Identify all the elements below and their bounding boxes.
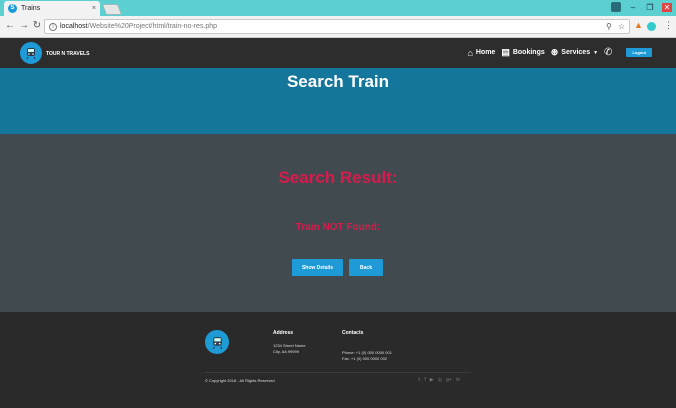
page-title: Search Train bbox=[286, 72, 390, 91]
search-result-section: Search Result: Train NOT Found: Show Det… bbox=[0, 134, 676, 312]
phone-icon[interactable]: ✆ bbox=[604, 47, 612, 58]
menu-kebab-icon[interactable]: ⋮ bbox=[664, 20, 673, 31]
restore-icon[interactable]: ❐ bbox=[645, 3, 655, 12]
tab-title: Trains bbox=[21, 5, 41, 12]
google-plus-icon[interactable]: g+ bbox=[446, 377, 452, 383]
close-window-icon[interactable]: ✕ bbox=[662, 2, 672, 12]
footer-address-heading: Address bbox=[273, 330, 294, 336]
new-tab-button[interactable] bbox=[101, 4, 123, 15]
forward-arrow-icon[interactable]: → bbox=[18, 20, 30, 31]
email-icon[interactable]: ✉ bbox=[456, 377, 460, 383]
footer-train-icon bbox=[212, 336, 222, 349]
footer-divider bbox=[205, 372, 471, 373]
footer-fax: Fax: +1 (0) 000 0000 002 bbox=[342, 356, 388, 361]
back-button[interactable]: Back bbox=[349, 259, 383, 276]
twitter-icon[interactable]: 𝕥 bbox=[418, 377, 420, 383]
nav-bookings[interactable]: ▤ Bookings bbox=[501, 47, 544, 58]
train-icon bbox=[26, 48, 36, 60]
minimize-icon[interactable]: – bbox=[628, 3, 638, 12]
extension-icon[interactable]: ▲ bbox=[634, 20, 643, 30]
footer-contacts-heading: Contacts bbox=[342, 330, 364, 336]
instagram-icon[interactable]: ◎ bbox=[438, 377, 442, 383]
social-links: 𝕥 f ▶ ◎ g+ ✉ bbox=[418, 377, 460, 383]
calendar-icon: ▤ bbox=[501, 47, 510, 57]
browser-toolbar: ← → ↻ i localhost/Website%20Project/html… bbox=[0, 16, 676, 38]
logout-button[interactable]: Logout bbox=[626, 48, 652, 57]
footer-address-line2: City, AA 99999 bbox=[273, 349, 299, 354]
nav-home[interactable]: ⌂ Home bbox=[467, 48, 495, 58]
brand-name[interactable]: TOUR N TRAVELS bbox=[46, 51, 89, 57]
omnibox-actions: ⚲ ☆ bbox=[606, 22, 625, 31]
site-logo[interactable] bbox=[20, 42, 42, 64]
info-icon[interactable]: i bbox=[49, 22, 57, 31]
show-details-button[interactable]: Show Details bbox=[292, 259, 343, 276]
address-bar[interactable]: i localhost/Website%20Project/html/train… bbox=[44, 19, 630, 34]
youtube-icon[interactable]: ▶ bbox=[430, 377, 434, 383]
back-arrow-icon[interactable]: ← bbox=[4, 20, 16, 31]
nav-home-label: Home bbox=[475, 49, 496, 56]
window-controls: – ❐ ✕ bbox=[611, 2, 672, 12]
user-profile-icon[interactable] bbox=[611, 2, 621, 12]
not-found-message: Train NOT Found: bbox=[295, 222, 381, 233]
page-banner: Search Train bbox=[0, 68, 676, 134]
browser-tabstrip: S Trains × – ❐ ✕ bbox=[0, 0, 676, 16]
nav-bookings-label: Bookings bbox=[512, 49, 545, 56]
result-heading: Search Result: bbox=[278, 168, 398, 187]
tab-favicon-icon: S bbox=[8, 4, 17, 13]
facebook-icon[interactable]: f bbox=[424, 377, 425, 383]
main-nav: ⌂ Home ▤ Bookings ⊛ Services ▼ ✆ Logout bbox=[467, 47, 652, 58]
bookmark-star-icon[interactable]: ☆ bbox=[618, 22, 625, 31]
services-icon: ⊛ bbox=[550, 47, 559, 57]
site-header: TOUR N TRAVELS ⌂ Home ▤ Bookings ⊛ Servi… bbox=[0, 38, 676, 68]
footer-logo[interactable] bbox=[205, 330, 229, 354]
zoom-search-icon[interactable]: ⚲ bbox=[606, 22, 612, 31]
chevron-down-icon: ▼ bbox=[593, 49, 599, 56]
copyright-text: © Copyright 2018 - All Rights Reserved bbox=[205, 378, 275, 383]
tab-close-icon[interactable]: × bbox=[92, 5, 96, 12]
site-footer: Address 1234 Street Name City, AA 99999 … bbox=[0, 312, 676, 408]
url-text[interactable]: localhost/Website%20Project/html/train-n… bbox=[60, 23, 217, 30]
browser-tab[interactable]: S Trains × bbox=[4, 1, 100, 16]
nav-services[interactable]: ⊛ Services ▼ bbox=[551, 47, 598, 58]
extension-circle-icon[interactable] bbox=[647, 22, 656, 31]
home-icon: ⌂ bbox=[467, 47, 473, 58]
reload-icon[interactable]: ↻ bbox=[31, 20, 43, 31]
nav-services-label: Services bbox=[561, 49, 591, 56]
